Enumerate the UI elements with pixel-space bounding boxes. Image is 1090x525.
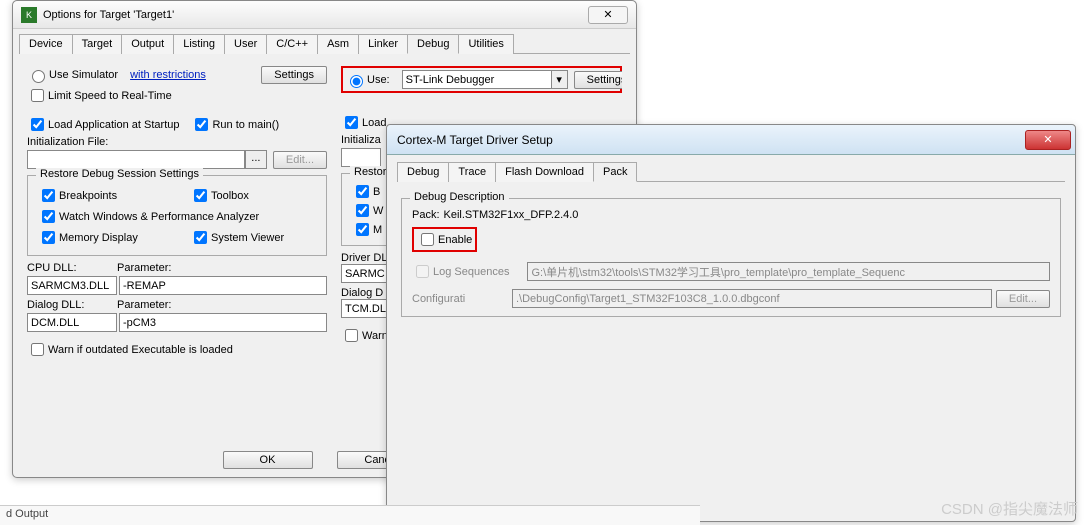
init-file-label: Initialization File: [27, 136, 327, 148]
watch-check[interactable]: Watch Windows & Performance Analyzer [38, 207, 259, 226]
breakpoints-check[interactable]: Breakpoints [38, 186, 178, 205]
tabstrip: Device Target Output Listing User C/C++ … [19, 33, 630, 54]
status-bar: d Output [0, 505, 700, 525]
warn-check[interactable]: Warn if outdated Executable is loaded [27, 340, 233, 359]
debugger-settings-button[interactable]: Settings [574, 71, 622, 89]
sysviewer-check[interactable]: System Viewer [190, 228, 284, 247]
watermark: CSDN @指尖魔法师 [941, 498, 1078, 519]
tab2-trace[interactable]: Trace [448, 162, 496, 182]
cpu-dll-input[interactable] [27, 276, 117, 295]
tabstrip2: Debug Trace Flash Download Pack [397, 161, 1065, 182]
window-title2: Cortex-M Target Driver Setup [397, 133, 1025, 147]
tab-utilities[interactable]: Utilities [458, 34, 513, 54]
log-seq-check: Log Sequences [412, 262, 509, 281]
driver-setup-dialog: Cortex-M Target Driver Setup ✕ Debug Tra… [386, 124, 1076, 522]
enable-check[interactable]: Enable [412, 227, 477, 252]
pack-label: Pack: [412, 209, 440, 221]
tab-listing[interactable]: Listing [173, 34, 225, 54]
dialog-dll-label: Dialog DLL: [27, 299, 117, 311]
window-title: Options for Target 'Target1' [43, 9, 588, 21]
browse-button[interactable]: ... [245, 150, 267, 169]
use-simulator-radio[interactable]: Use Simulator [27, 67, 118, 83]
init-input-r[interactable] [341, 148, 381, 167]
dropdown-icon[interactable]: ▾ [552, 70, 568, 89]
app-icon: K [21, 7, 37, 23]
param-label: Parameter: [117, 262, 171, 274]
tab-user[interactable]: User [224, 34, 267, 54]
pack-value: Keil.STM32F1xx_DFP.2.4.0 [444, 209, 579, 221]
tab-cpp[interactable]: C/C++ [266, 34, 318, 54]
debug-desc-group: Debug Description Pack: Keil.STM32F1xx_D… [401, 198, 1061, 317]
restore-group: Restore Debug Session Settings Breakpoin… [27, 175, 327, 256]
driver-dll-input[interactable] [341, 264, 391, 283]
close-button[interactable]: ✕ [588, 6, 628, 24]
init-file-input[interactable] [27, 150, 245, 169]
tab-linker[interactable]: Linker [358, 34, 408, 54]
restore-legend: Restore Debug Session Settings [36, 168, 203, 180]
cpu-dll-label: CPU DLL: [27, 262, 117, 274]
tab2-pack[interactable]: Pack [593, 162, 637, 182]
titlebar2[interactable]: Cortex-M Target Driver Setup ✕ [387, 125, 1075, 155]
close-button2[interactable]: ✕ [1025, 130, 1071, 150]
use-debugger-radio[interactable]: Use: [345, 72, 390, 88]
limit-speed-check[interactable]: Limit Speed to Real-Time [27, 86, 172, 105]
w-check[interactable]: W [352, 201, 383, 220]
edit-button[interactable]: Edit... [273, 151, 327, 169]
param-label2: Parameter: [117, 299, 171, 311]
log-seq-input [527, 262, 1050, 281]
with-restrictions-link[interactable]: with restrictions [130, 69, 206, 81]
load-app-check-r[interactable]: Load [341, 113, 386, 132]
sim-settings-button[interactable]: Settings [261, 66, 327, 84]
toolbox-check[interactable]: Toolbox [190, 186, 249, 205]
cpu-param-input[interactable] [119, 276, 327, 295]
edit-button2: Edit... [996, 290, 1050, 308]
tab-asm[interactable]: Asm [317, 34, 359, 54]
warn-check-r[interactable]: Warn [341, 326, 388, 345]
debugger-select[interactable] [402, 70, 552, 89]
tab-output[interactable]: Output [121, 34, 174, 54]
load-app-check[interactable]: Load Application at Startup [27, 115, 179, 134]
tab-device[interactable]: Device [19, 34, 73, 54]
ok-button[interactable]: OK [223, 451, 313, 469]
tab2-flash[interactable]: Flash Download [495, 162, 594, 182]
m-check[interactable]: M [352, 220, 382, 239]
memory-check[interactable]: Memory Display [38, 228, 178, 247]
tab-debug[interactable]: Debug [407, 34, 459, 54]
dialog-dll-input[interactable] [27, 313, 117, 332]
dialog-param-input[interactable] [119, 313, 327, 332]
tab2-debug[interactable]: Debug [397, 162, 449, 182]
config-label: Configurati [412, 293, 506, 305]
run-to-main-check[interactable]: Run to main() [191, 115, 279, 134]
tab-target[interactable]: Target [72, 34, 123, 54]
titlebar[interactable]: K Options for Target 'Target1' ✕ [13, 1, 636, 29]
config-input [512, 289, 992, 308]
debug-desc-legend: Debug Description [410, 191, 509, 203]
dialog-dll-input-r[interactable] [341, 299, 391, 318]
b-check[interactable]: B [352, 182, 380, 201]
